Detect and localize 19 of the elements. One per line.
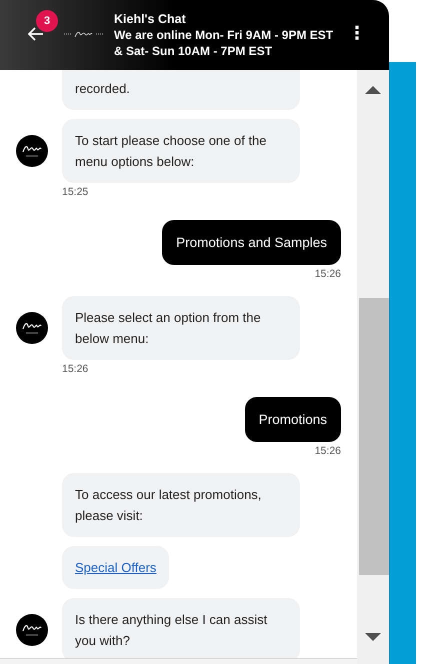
scroll-down-icon[interactable] [365,633,381,641]
timestamp: 15:26 [314,268,341,280]
timestamp: 15:26 [62,363,90,375]
message-bubble: Please select an option from the below menu: [62,296,300,360]
message-bubble: Promotions [244,397,341,442]
message-bubble: Promotions and Samples [162,220,341,265]
timestamp: 15:25 [62,186,90,198]
back-arrow-icon[interactable] [28,27,44,41]
menu-button[interactable]: ⋮ [346,24,368,44]
scrollbar[interactable] [357,70,389,664]
scrollbar-thumb[interactable] [359,298,389,575]
scroll-up-icon[interactable] [365,86,381,94]
chat-title: Kiehl's Chat [114,11,187,27]
message-bubble: To access our latest promotions, please visit: [62,473,300,537]
logo-icon [64,29,104,39]
timestamp: 15:26 [314,445,341,457]
notification-badge: 3 [36,10,58,32]
message-bubble: To start please choose one of the menu options below: [62,119,300,183]
special-offers-link[interactable]: Special Offers [75,560,156,575]
